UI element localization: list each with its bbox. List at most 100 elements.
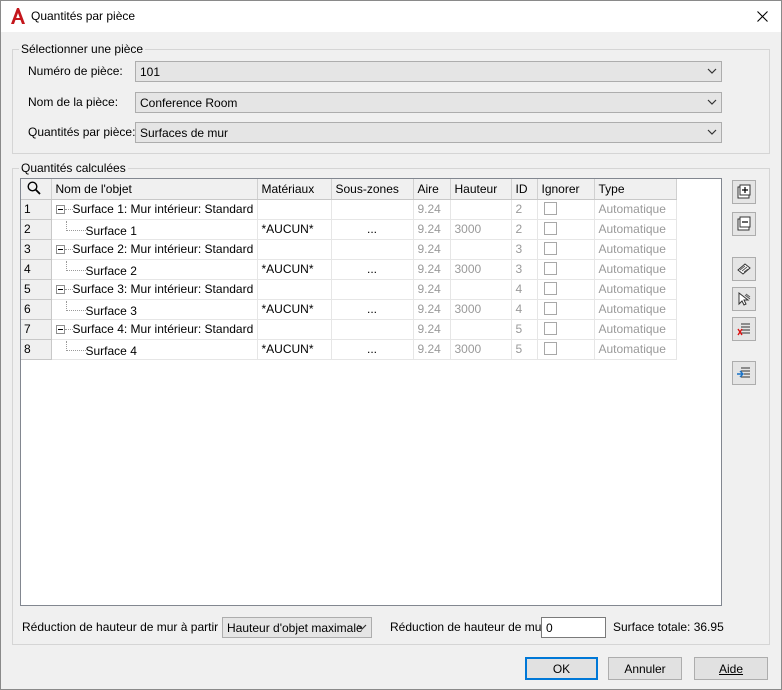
cancel-button[interactable]: Annuler bbox=[608, 657, 682, 680]
collapse-node-icon[interactable] bbox=[55, 245, 65, 254]
column-header[interactable]: Type bbox=[594, 179, 677, 200]
table-row[interactable]: 6 Surface 3 *AUCUN*... 9.24 3000 4 Automatique bbox=[21, 299, 677, 320]
reduction-from-combo[interactable]: Hauteur d'objet maximale bbox=[222, 617, 372, 638]
subzones-cell[interactable] bbox=[331, 279, 414, 300]
row-number[interactable]: 6 bbox=[21, 299, 52, 320]
remove-rows-button[interactable] bbox=[732, 317, 756, 341]
material-cell[interactable]: *AUCUN* bbox=[257, 259, 332, 280]
ignore-checkbox[interactable] bbox=[543, 342, 557, 355]
ignore-cell bbox=[537, 219, 595, 240]
room-name-value: Conference Room bbox=[140, 96, 238, 110]
object-name-cell[interactable]: Surface 2: Mur intérieur: Standard bbox=[51, 239, 258, 260]
area-cell: 9.24 bbox=[413, 219, 451, 240]
total-area-label: Surface totale: 36.95 bbox=[613, 620, 724, 634]
row-number[interactable]: 2 bbox=[21, 219, 52, 240]
collapse-node-icon[interactable] bbox=[55, 325, 65, 334]
subzones-cell[interactable] bbox=[331, 199, 414, 220]
ignore-checkbox[interactable] bbox=[543, 222, 557, 235]
select-objects-button[interactable] bbox=[732, 257, 756, 281]
ok-button[interactable]: OK bbox=[525, 657, 598, 680]
type-cell: Automatique bbox=[594, 199, 677, 220]
ignore-checkbox[interactable] bbox=[543, 302, 557, 315]
type-cell: Automatique bbox=[594, 219, 677, 240]
row-number[interactable]: 5 bbox=[21, 279, 52, 300]
tree-line bbox=[64, 249, 73, 250]
ignore-checkbox[interactable] bbox=[543, 242, 557, 255]
reduction-label: Réduction de hauteur de mur bbox=[390, 620, 546, 634]
column-header[interactable]: Ignorer bbox=[537, 179, 595, 200]
expand-all-button[interactable] bbox=[732, 180, 756, 204]
subzones-cell[interactable]: ... bbox=[331, 299, 414, 320]
help-button[interactable]: Aide bbox=[694, 657, 768, 680]
object-name-cell[interactable]: Surface 4 bbox=[51, 339, 258, 360]
room-quantities-combo[interactable]: Surfaces de mur bbox=[135, 122, 722, 143]
row-number[interactable]: 3 bbox=[21, 239, 52, 260]
material-cell[interactable]: *AUCUN* bbox=[257, 339, 332, 360]
object-name-cell[interactable]: Surface 3 bbox=[51, 299, 258, 320]
object-name-cell[interactable]: Surface 2 bbox=[51, 259, 258, 280]
object-name-cell[interactable]: Surface 1 bbox=[51, 219, 258, 240]
object-name-cell[interactable]: Surface 1: Mur intérieur: Standard bbox=[51, 199, 258, 220]
object-name-cell[interactable]: Surface 4: Mur intérieur: Standard bbox=[51, 319, 258, 340]
close-button[interactable] bbox=[743, 1, 781, 32]
table-search-header[interactable] bbox=[21, 179, 52, 200]
material-cell[interactable] bbox=[257, 199, 332, 220]
pick-objects-button[interactable] bbox=[732, 287, 756, 311]
table-row[interactable]: 2 Surface 1 *AUCUN*... 9.24 3000 2 Automatique bbox=[21, 219, 677, 240]
column-header[interactable]: ID bbox=[511, 179, 538, 200]
room-name-combo[interactable]: Conference Room bbox=[135, 92, 722, 113]
column-header[interactable]: Matériaux bbox=[257, 179, 332, 200]
table-row[interactable]: 4 Surface 2 *AUCUN*... 9.24 3000 3 Automatique bbox=[21, 259, 677, 280]
column-header[interactable]: Hauteur bbox=[450, 179, 512, 200]
ignore-checkbox[interactable] bbox=[543, 202, 557, 215]
object-name: Surface 3 bbox=[85, 303, 137, 318]
row-number[interactable]: 8 bbox=[21, 339, 52, 360]
reduction-input[interactable]: 0 bbox=[541, 617, 606, 638]
import-rows-button[interactable] bbox=[732, 361, 756, 385]
row-number[interactable]: 7 bbox=[21, 319, 52, 340]
row-number[interactable]: 4 bbox=[21, 259, 52, 280]
column-header[interactable]: Sous-zones bbox=[331, 179, 414, 200]
subzones-cell[interactable] bbox=[331, 239, 414, 260]
ignore-cell bbox=[537, 199, 595, 220]
column-header[interactable]: Aire bbox=[413, 179, 451, 200]
ignore-checkbox[interactable] bbox=[543, 262, 557, 275]
object-name-cell[interactable]: Surface 3: Mur intérieur: Standard bbox=[51, 279, 258, 300]
subzones-cell[interactable]: ... bbox=[331, 339, 414, 360]
height-cell bbox=[450, 199, 512, 220]
height-cell bbox=[450, 319, 512, 340]
search-icon bbox=[27, 181, 41, 195]
material-cell[interactable]: *AUCUN* bbox=[257, 219, 332, 240]
area-cell: 9.24 bbox=[413, 339, 451, 360]
ignore-checkbox[interactable] bbox=[543, 282, 557, 295]
collapse-node-icon[interactable] bbox=[55, 285, 65, 294]
ignore-cell bbox=[537, 279, 595, 300]
table-row[interactable]: 1 Surface 1: Mur intérieur: Standard 9.24 2… bbox=[21, 199, 677, 220]
table-row[interactable]: 3 Surface 2: Mur intérieur: Standard 9.24 3… bbox=[21, 239, 677, 260]
type-cell: Automatique bbox=[594, 239, 677, 260]
help-button-label: Aide bbox=[718, 662, 744, 676]
room-number-combo[interactable]: 101 bbox=[135, 61, 722, 82]
subzones-cell[interactable]: ... bbox=[331, 259, 414, 280]
id-cell: 5 bbox=[511, 319, 538, 340]
collapse-all-button[interactable] bbox=[732, 212, 756, 236]
id-cell: 3 bbox=[511, 259, 538, 280]
subzones-cell[interactable] bbox=[331, 319, 414, 340]
material-cell[interactable]: *AUCUN* bbox=[257, 299, 332, 320]
subzones-cell[interactable]: ... bbox=[331, 219, 414, 240]
collapse-node-icon[interactable] bbox=[55, 205, 65, 214]
table-row[interactable]: 8 Surface 4 *AUCUN*... 9.24 3000 5 Automatique bbox=[21, 339, 677, 360]
table-row[interactable]: 5 Surface 3: Mur intérieur: Standard 9.24 4… bbox=[21, 279, 677, 300]
room-number-value: 101 bbox=[140, 65, 161, 79]
chevron-down-icon bbox=[707, 68, 717, 74]
table-header-row: Nom de l'objet Matériaux Sous-zones Aire… bbox=[21, 179, 677, 200]
remove-rows-icon bbox=[737, 323, 750, 336]
column-header[interactable]: Nom de l'objet bbox=[51, 179, 258, 200]
material-cell[interactable] bbox=[257, 239, 332, 260]
material-cell[interactable] bbox=[257, 319, 332, 340]
row-number[interactable]: 1 bbox=[21, 199, 52, 220]
height-cell: 3000 bbox=[450, 299, 512, 320]
ignore-checkbox[interactable] bbox=[543, 322, 557, 335]
table-row[interactable]: 7 Surface 4: Mur intérieur: Standard 9.24 5… bbox=[21, 319, 677, 340]
material-cell[interactable] bbox=[257, 279, 332, 300]
